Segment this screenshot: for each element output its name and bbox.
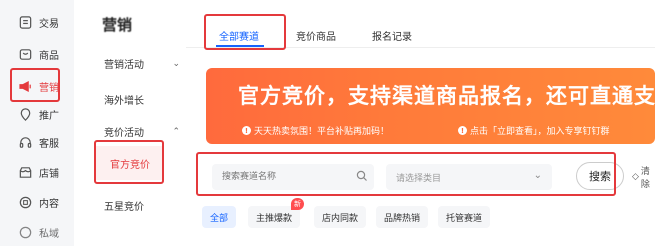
rail-item-label: 私域 (39, 228, 59, 240)
subnav-group-label: 营销活动 (104, 60, 144, 71)
rail-item-content[interactable]: 内容 (0, 188, 74, 216)
tab-bar: 全部赛道 竞价商品 报名记录 (186, 0, 655, 48)
banner-subtitle-text: 点击「立即查看」，加入专享钉钉群 (470, 127, 610, 137)
rail-item-label: 商品 (39, 50, 59, 62)
chevron-down-icon: ⌄ (533, 170, 542, 181)
chip-main-hot-items[interactable]: 主推爆款 新 (248, 198, 305, 228)
clear-button-label: 清除 (640, 167, 650, 190)
rail-item-label: 店铺 (39, 168, 59, 180)
product-icon (18, 47, 33, 62)
promo-banner[interactable]: 官方竞价，支持渠道商品报名，还可直通支 ! 天天热卖氛围！平台补贴再加码！ ! … (206, 68, 655, 144)
subnav-item-five-star-bidding[interactable]: 五星竞价 (104, 198, 144, 213)
rail-item-service[interactable]: 客服 (0, 128, 74, 156)
subnav-group-bidding-activities[interactable]: 竞价活动 ⌃ (104, 124, 180, 140)
main-content: 全部赛道 竞价商品 报名记录 官方竞价，支持渠道商品报名，还可直通支 ! 天天热… (186, 0, 655, 246)
rail-item-marketing[interactable]: 营销 (0, 72, 74, 100)
subnav-item-label: 官方竞价 (110, 159, 150, 171)
location-icon (18, 107, 33, 122)
trade-icon (18, 15, 33, 30)
filter-bar: 请选择类目 ⌄ 搜索 (200, 156, 624, 194)
content-icon (18, 195, 33, 210)
tab-bidding-products[interactable]: 竞价商品 (296, 28, 336, 43)
rail-item-promotion[interactable]: 推广 (0, 100, 74, 128)
flame-icon: ! (242, 126, 251, 135)
rail-item-private[interactable]: 私域 (0, 218, 74, 246)
chip-label: 主推爆款 (256, 213, 293, 224)
rail-item-product[interactable]: 商品 (0, 40, 74, 68)
store-icon (18, 165, 33, 180)
search-button[interactable]: 搜索 (576, 162, 624, 190)
rail-item-label: 营销 (39, 82, 59, 94)
banner-subtitle-1: ! 天天热卖氛围！平台补贴再加码！ (242, 124, 389, 137)
search-icon[interactable] (356, 170, 368, 182)
rail-item-trade[interactable]: 交易 (0, 8, 74, 36)
category-select[interactable]: 请选择类目 ⌄ (386, 164, 552, 190)
category-select-placeholder: 请选择类目 (396, 173, 442, 184)
rail-item-store[interactable]: 店铺 (0, 158, 74, 186)
eraser-icon: ◇ (632, 172, 639, 182)
subnav-item-overseas-growth[interactable]: 海外增长 (104, 92, 144, 107)
chip-in-store-same[interactable]: 店内同款 (314, 206, 367, 228)
secondary-nav: 营销 营销活动 ⌄ 海外增长 竞价活动 ⌃ 官方竞价 五星竞价 (74, 0, 186, 246)
track-search-input[interactable] (212, 164, 374, 190)
tab-active-indicator (216, 45, 264, 47)
private-icon (18, 225, 33, 240)
chevron-down-icon: ⌄ (172, 58, 180, 69)
banner-subtitle-2: ! 点击「立即查看」，加入专享钉钉群 (458, 124, 610, 137)
rail-item-label: 推广 (39, 110, 59, 122)
info-icon: ! (458, 126, 467, 135)
rail-item-label: 内容 (39, 198, 59, 210)
headset-icon (18, 135, 33, 150)
subnav-item-official-bidding[interactable]: 官方竞价 (96, 146, 164, 180)
tab-registration-records[interactable]: 报名记录 (372, 28, 412, 43)
megaphone-icon (18, 79, 33, 94)
tab-all-tracks[interactable]: 全部赛道 (219, 28, 259, 43)
subnav-group-marketing-activities[interactable]: 营销活动 ⌄ (104, 56, 180, 72)
subnav-title: 营销 (102, 16, 133, 34)
subnav-group-label: 竞价活动 (104, 128, 144, 139)
clear-button[interactable]: ◇ 清除 (632, 164, 655, 190)
rail-item-label: 客服 (39, 138, 59, 150)
banner-subtitle-text: 天天热卖氛围！平台补贴再加码！ (254, 127, 390, 137)
banner-title: 官方竞价，支持渠道商品报名，还可直通支 (238, 84, 655, 108)
chip-managed-tracks[interactable]: 托管赛道 (438, 206, 491, 228)
icon-rail: 交易 商品 营销 推广 客服 店铺 内容 私域 (0, 0, 74, 246)
chevron-up-icon: ⌃ (172, 126, 180, 137)
chip-all[interactable]: 全部 (202, 206, 237, 228)
chip-brand-hot-sale[interactable]: 品牌热销 (376, 206, 429, 228)
new-badge: 新 (291, 198, 305, 210)
rail-item-label: 交易 (39, 18, 59, 30)
